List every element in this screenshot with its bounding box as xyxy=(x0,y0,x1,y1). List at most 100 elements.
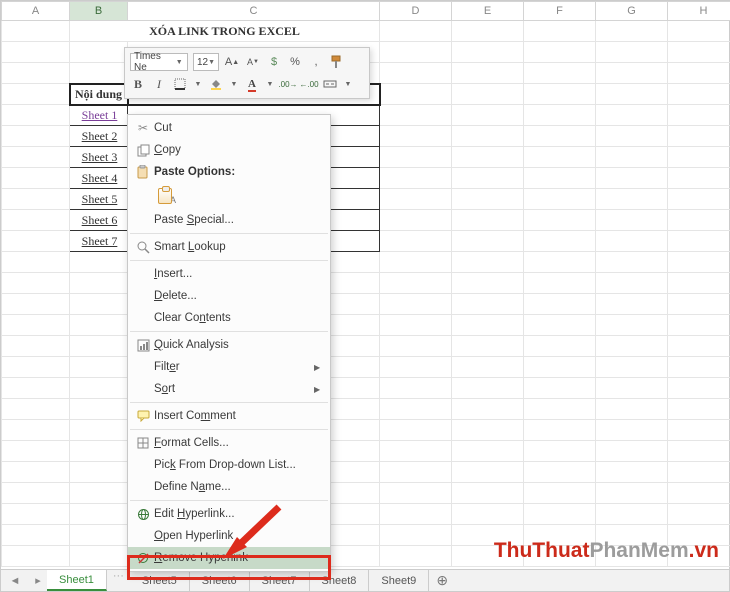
fill-color-icon[interactable] xyxy=(208,76,224,92)
submenu-arrow-icon: ▶ xyxy=(314,385,324,394)
increase-decimal-icon[interactable]: .00→ xyxy=(280,76,296,92)
menu-label: Delete... xyxy=(154,290,324,302)
col-header-F[interactable]: F xyxy=(524,2,596,21)
menu-sort[interactable]: Sort ▶ xyxy=(128,378,330,400)
font-color-icon[interactable]: A xyxy=(244,76,260,92)
border-dropdown-icon[interactable]: ▼ xyxy=(193,81,203,88)
hyperlink-cell[interactable]: Sheet 3 xyxy=(70,147,128,168)
sheet-tab[interactable]: Sheet6 xyxy=(190,570,250,591)
sheet-tab[interactable]: Sheet5 xyxy=(130,570,190,591)
font-name-combo[interactable]: Times Ne▼ xyxy=(130,53,188,71)
context-menu: ✂ Cut Copy Paste Options: A Paste Specia… xyxy=(127,114,331,572)
menu-quick-analysis[interactable]: Quick Analysis xyxy=(128,334,330,356)
percent-format-icon[interactable]: % xyxy=(287,54,303,70)
menu-copy[interactable]: Copy xyxy=(128,139,330,161)
merge-center-icon[interactable] xyxy=(322,76,338,92)
menu-label: Insert... xyxy=(154,268,324,280)
hyperlink-cell[interactable]: Sheet 6 xyxy=(70,210,128,231)
header-noi-dung[interactable]: Nội dung xyxy=(70,84,128,105)
menu-clear-contents[interactable]: Clear Contents xyxy=(128,307,330,329)
format-painter-icon[interactable] xyxy=(329,54,345,70)
decrease-decimal-icon[interactable]: ←.00 xyxy=(301,76,317,92)
font-size-value: 12 xyxy=(197,57,208,68)
menu-filter[interactable]: Filter ▶ xyxy=(128,356,330,378)
comment-icon xyxy=(132,410,154,422)
menu-paste-option-default[interactable]: A xyxy=(128,183,330,209)
menu-label: Paste Options: xyxy=(154,166,324,178)
menu-cut[interactable]: ✂ Cut xyxy=(128,117,330,139)
menu-label: Pick From Drop-down List... xyxy=(154,459,324,471)
hyperlink-cell[interactable]: Sheet 5 xyxy=(70,189,128,210)
menu-label: Filter xyxy=(154,361,314,373)
menu-label: Paste Special... xyxy=(154,214,324,226)
col-header-G[interactable]: G xyxy=(596,2,668,21)
border-icon[interactable] xyxy=(172,76,188,92)
font-size-combo[interactable]: 12▼ xyxy=(193,53,219,71)
paste-icon xyxy=(132,165,154,179)
menu-edit-hyperlink[interactable]: Edit Hyperlink... xyxy=(128,503,330,525)
menu-delete[interactable]: Delete... xyxy=(128,285,330,307)
menu-remove-hyperlink[interactable]: Remove Hyperlink xyxy=(128,547,330,569)
quick-analysis-icon xyxy=(132,339,154,352)
tab-overflow-icon[interactable]: ··· xyxy=(107,570,130,591)
sheet-tab-active[interactable]: Sheet1 xyxy=(47,570,107,591)
hyperlink-cell[interactable]: Sheet 2 xyxy=(70,126,128,147)
col-header-C[interactable]: C xyxy=(128,2,380,21)
menu-smart-lookup[interactable]: Smart Lookup xyxy=(128,236,330,258)
col-header-A[interactable]: A xyxy=(2,2,70,21)
menu-paste-special[interactable]: Paste Special... xyxy=(128,209,330,231)
watermark-part1: ThuThuat xyxy=(494,539,590,562)
menu-paste-options-header: Paste Options: xyxy=(128,161,330,183)
title-cell[interactable]: XÓA LINK TRONG EXCEL xyxy=(70,21,380,42)
merge-dropdown-icon[interactable]: ▼ xyxy=(343,81,353,88)
watermark-part2: PhanMem xyxy=(589,539,688,562)
menu-label: Define Name... xyxy=(154,481,324,493)
tab-nav-prev[interactable]: ◄ xyxy=(1,570,29,591)
remove-hyperlink-icon xyxy=(132,552,154,565)
menu-label: Edit Hyperlink... xyxy=(154,508,324,520)
decrease-font-icon[interactable]: A▼ xyxy=(245,54,261,70)
menu-open-hyperlink[interactable]: Open Hyperlink xyxy=(128,525,330,547)
copy-icon xyxy=(132,144,154,157)
col-header-H[interactable]: H xyxy=(668,2,730,21)
tab-nav-next[interactable]: ▸ xyxy=(29,570,47,591)
menu-label: Cut xyxy=(154,122,324,134)
watermark-part3: .vn xyxy=(689,539,719,562)
font-color-dropdown-icon[interactable]: ▼ xyxy=(265,81,275,88)
col-header-B[interactable]: B xyxy=(70,2,128,21)
sheet-tab[interactable]: Sheet8 xyxy=(310,570,370,591)
hyperlink-cell[interactable]: Sheet 7 xyxy=(70,231,128,252)
watermark: ThuThuatPhanMem.vn xyxy=(494,539,719,563)
cut-icon: ✂ xyxy=(132,121,154,135)
menu-format-cells[interactable]: Format Cells... xyxy=(128,432,330,454)
comma-format-icon[interactable]: , xyxy=(308,54,324,70)
menu-label: Sort xyxy=(154,383,314,395)
menu-insert[interactable]: Insert... xyxy=(128,263,330,285)
menu-pick-from-list[interactable]: Pick From Drop-down List... xyxy=(128,454,330,476)
accounting-format-icon[interactable]: $ xyxy=(266,54,282,70)
format-cells-icon xyxy=(132,437,154,449)
hyperlink-cell[interactable]: Sheet 1 xyxy=(70,105,128,126)
sheet-tab[interactable]: Sheet9 xyxy=(369,570,429,591)
menu-label: Remove Hyperlink xyxy=(154,552,324,564)
new-sheet-button[interactable]: ⊕ xyxy=(429,570,455,591)
menu-define-name[interactable]: Define Name... xyxy=(128,476,330,498)
hyperlink-icon xyxy=(132,508,154,521)
col-header-E[interactable]: E xyxy=(452,2,524,21)
menu-label: Copy xyxy=(154,144,324,156)
col-header-D[interactable]: D xyxy=(380,2,452,21)
font-name-value: Times Ne xyxy=(134,51,174,73)
menu-label: Insert Comment xyxy=(154,410,324,422)
bold-icon[interactable]: B xyxy=(130,76,146,92)
sheet-tab-bar: ◄ ▸ Sheet1 ··· Sheet5 Sheet6 Sheet7 Shee… xyxy=(1,569,729,591)
sheet-tab[interactable]: Sheet7 xyxy=(250,570,310,591)
menu-label: Smart Lookup xyxy=(154,241,324,253)
italic-icon[interactable]: I xyxy=(151,76,167,92)
menu-label: Quick Analysis xyxy=(154,339,324,351)
column-header-row[interactable]: A B C D E F G H xyxy=(2,2,730,21)
hyperlink-cell[interactable]: Sheet 4 xyxy=(70,168,128,189)
menu-insert-comment[interactable]: Insert Comment xyxy=(128,405,330,427)
menu-label: Format Cells... xyxy=(154,437,324,449)
fill-dropdown-icon[interactable]: ▼ xyxy=(229,81,239,88)
increase-font-icon[interactable]: A▲ xyxy=(224,54,240,70)
